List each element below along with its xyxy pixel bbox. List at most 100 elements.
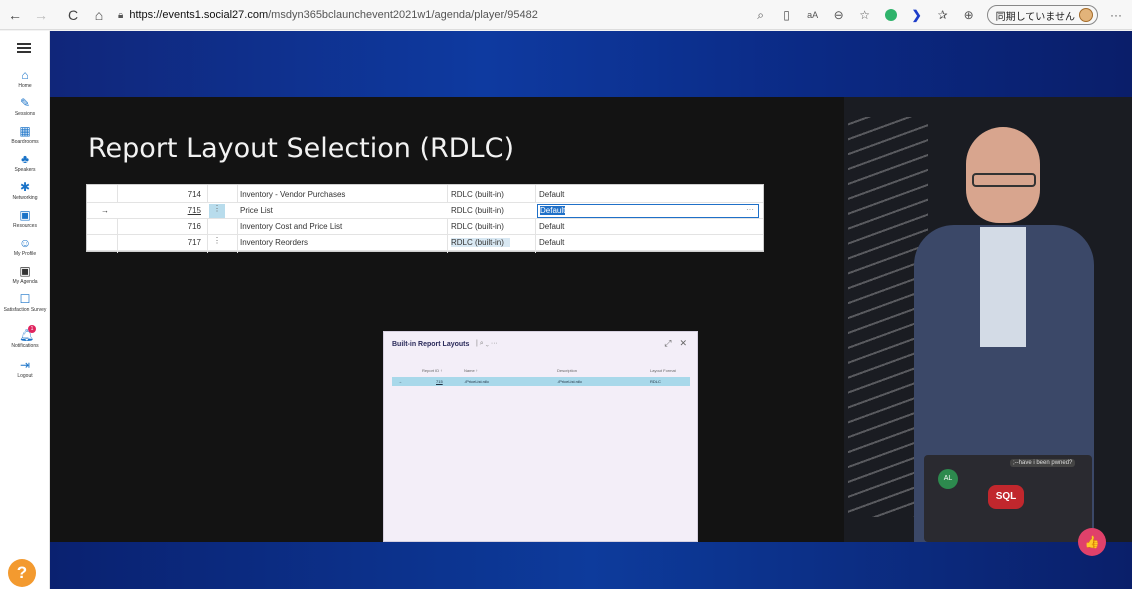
report-layout-table: 714 Inventory - Vendor Purchases RDLC (b…: [86, 184, 764, 253]
favorite-add-icon[interactable]: ☆: [857, 7, 873, 23]
column-header[interactable]: Report ID ↑: [422, 368, 442, 373]
report-layout: RDLC (built-in): [451, 190, 504, 199]
agenda-icon: ▣: [19, 264, 31, 278]
sidebar-item-label: My Profile: [13, 251, 37, 257]
report-name: Inventory Cost and Price List: [240, 222, 343, 231]
boardroom-icon: ▦: [19, 124, 31, 138]
layout-format: Default: [539, 238, 565, 247]
lock-icon: 🔒︎: [118, 9, 124, 21]
report-id: 716: [187, 222, 201, 231]
sidebar-item-label: My Agenda: [12, 279, 38, 285]
report-id-link[interactable]: 715: [157, 206, 201, 215]
layout-format-value: Default: [540, 206, 566, 215]
sidebar-item-label: Notifications: [11, 343, 39, 349]
logout-icon: ⇥: [19, 358, 31, 372]
lookup-more-icon[interactable]: ···: [746, 204, 754, 216]
search-icon[interactable]: ⌕: [753, 7, 769, 23]
dialog-title: Built-in Report Layouts: [392, 341, 470, 348]
table-row[interactable]: 716 Inventory Cost and Price List RDLC (…: [87, 219, 763, 235]
table-row-selected[interactable]: → 715 ⋮ Price List RDLC (built-in) Defau…: [87, 203, 763, 219]
report-id: 717: [187, 238, 201, 247]
layout-format: RDLC: [650, 379, 661, 384]
sidebar-item-satisfaction-survey[interactable]: ☐ Satisfaction Survey: [0, 293, 50, 313]
extension-green-icon[interactable]: [883, 7, 899, 23]
dialog-search-icon[interactable]: | ⌕ ⌄ ···: [476, 340, 498, 348]
report-id-link[interactable]: 715: [436, 379, 443, 384]
sidebar-item-label: Networking: [12, 195, 38, 201]
help-button[interactable]: ?: [8, 559, 36, 587]
table-row[interactable]: 714 Inventory - Vendor Purchases RDLC (b…: [87, 187, 763, 203]
presenter-shirt: [980, 227, 1026, 347]
sidebar-item-resources[interactable]: ▣ Resources: [0, 209, 50, 229]
extension-arrow-icon[interactable]: ❯: [909, 7, 925, 23]
sidebar-item-sessions[interactable]: ✎ Sessions: [0, 97, 50, 117]
profile-sync-button[interactable]: 同期していません: [986, 5, 1098, 25]
sidebar-item-boardrooms[interactable]: ▦ Boardrooms: [0, 125, 50, 145]
more-menu-icon[interactable]: ···: [1108, 7, 1124, 23]
read-aloud-icon[interactable]: aA: [805, 7, 821, 23]
sidebar-item-label: Satisfaction Survey: [3, 307, 47, 313]
hamburger-menu-icon[interactable]: [17, 43, 31, 53]
home-icon: ⌂: [21, 68, 29, 82]
presenter-glasses: [972, 173, 1036, 187]
row-arrow-icon: →: [398, 379, 402, 384]
reader-view-icon[interactable]: ▯: [779, 7, 795, 23]
collections-icon[interactable]: ⊕: [961, 7, 977, 23]
row-actions-icon[interactable]: ⋮: [209, 204, 225, 218]
table-row[interactable]: → 715 ./PriceList.rdlc ./PriceList.rdlc …: [392, 377, 690, 386]
sidebar-item-my-agenda[interactable]: ▣ My Agenda: [0, 265, 50, 285]
favorites-icon[interactable]: ✰: [935, 7, 951, 23]
slide-title: Report Layout Selection (RDLC): [88, 133, 514, 164]
event-sidebar: ⌂ Home ✎ Sessions ▦ Boardrooms ♣ Speaker…: [0, 31, 50, 589]
column-header[interactable]: Description: [557, 368, 577, 373]
sidebar-item-logout[interactable]: ⇥ Logout: [0, 359, 50, 379]
layout-format-input[interactable]: Default ···: [537, 204, 759, 218]
notification-badge: 1: [28, 325, 36, 333]
presenter-video: AL ;--have i been pwned? SQL: [844, 97, 1132, 542]
like-icon[interactable]: 👍: [1078, 528, 1106, 556]
reload-button[interactable]: C: [62, 4, 84, 26]
layout-format: Default: [539, 222, 565, 231]
sidebar-item-networking[interactable]: ✱ Networking: [0, 181, 50, 201]
survey-icon: ☐: [19, 292, 31, 306]
home-button[interactable]: ⌂: [88, 4, 110, 26]
built-in-report-layouts-dialog: Built-in Report Layouts | ⌕ ⌄ ··· ⤢ ✕ Re…: [383, 331, 698, 542]
sql-sticker: SQL: [988, 485, 1024, 509]
sidebar-item-label: Logout: [17, 373, 33, 379]
presentation-slide: Report Layout Selection (RDLC) 714 Inven…: [50, 97, 844, 542]
sidebar-item-label: Boardrooms: [11, 139, 39, 145]
video-background-bottom: [50, 542, 1132, 589]
report-name: Inventory Reorders: [240, 238, 309, 247]
al-sticker: AL: [938, 469, 958, 489]
expand-icon[interactable]: ⤢: [664, 338, 671, 349]
column-header[interactable]: Layout Format: [650, 368, 676, 373]
table-row[interactable]: 717 ⋮ Inventory Reorders RDLC (built-in)…: [87, 235, 763, 251]
report-layout: RDLC (built-in): [451, 222, 504, 231]
dialog-table-header: Report ID ↑ Name ↑ Description Layout Fo…: [392, 366, 690, 376]
sidebar-item-speakers[interactable]: ♣ Speakers: [0, 153, 50, 173]
avatar: [1079, 8, 1093, 22]
back-button[interactable]: ←: [4, 4, 26, 26]
video-player[interactable]: Report Layout Selection (RDLC) 714 Inven…: [50, 31, 1132, 589]
layout-format: Default: [539, 190, 565, 199]
url-path: /msdyn365bclaunchevent2021w1/agenda/play…: [268, 9, 538, 21]
url-host: https://events1.social27.com: [129, 9, 269, 21]
pwned-sticker: ;--have i been pwned?: [1010, 459, 1076, 467]
address-bar[interactable]: 🔒︎ https://events1.social27.com/msdyn365…: [118, 5, 798, 25]
report-id: 714: [187, 190, 201, 199]
video-background-top: [50, 31, 1132, 97]
report-name: Price List: [240, 206, 273, 215]
column-header[interactable]: Name ↑: [464, 368, 478, 373]
sidebar-item-label: Home: [18, 83, 32, 89]
report-layout: RDLC (built-in): [451, 206, 504, 215]
sidebar-item-notifications[interactable]: 🔔︎ 1 Notifications: [0, 325, 50, 349]
speaker-icon: ♣: [21, 152, 29, 166]
report-name: Inventory - Vendor Purchases: [240, 190, 346, 199]
sidebar-item-my-profile[interactable]: ☺ My Profile: [0, 237, 50, 257]
row-actions-icon[interactable]: ⋮: [209, 236, 225, 250]
sidebar-item-home[interactable]: ⌂ Home: [0, 69, 50, 89]
zoom-icon[interactable]: ⊖: [831, 7, 847, 23]
close-icon[interactable]: ✕: [679, 338, 687, 349]
forward-button[interactable]: →: [30, 4, 52, 26]
networking-icon: ✱: [19, 180, 31, 194]
